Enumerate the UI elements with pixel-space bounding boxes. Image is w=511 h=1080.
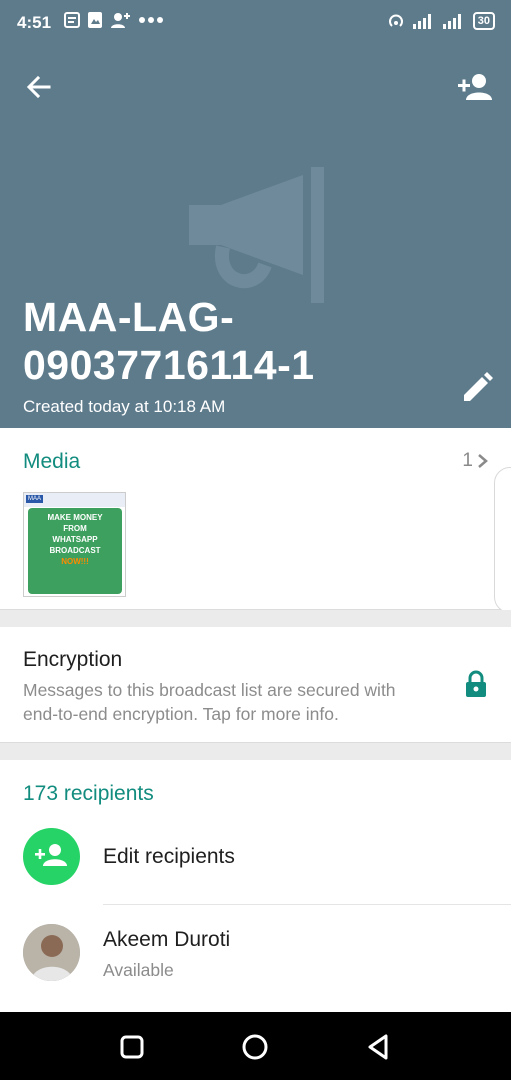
side-panel-handle[interactable] [494, 467, 511, 613]
thumbnail-poster: MAKE MONEY FROM WHATSAPP BROADCAST NOW!!… [28, 508, 122, 594]
media-label[interactable]: Media [23, 450, 80, 474]
status-bar: 4:51 30 [0, 0, 511, 45]
back-icon[interactable] [362, 1030, 396, 1064]
media-count[interactable]: 1 [462, 450, 489, 472]
encryption-description: Messages to this broadcast list are secu… [23, 680, 396, 724]
media-section: Media 1 MAA MAKE MONEY FROM WHATSAPP BRO… [0, 428, 511, 610]
status-icons-right: 30 [387, 12, 495, 30]
signal-icon [442, 14, 461, 29]
add-person-icon[interactable] [456, 70, 494, 104]
recipients-count: 173 recipients [23, 782, 154, 805]
recipient-row[interactable]: Akeem Duroti Available [0, 924, 511, 1000]
thumbnail-line: BROADCAST [49, 546, 101, 555]
lock-icon [466, 670, 486, 697]
edit-recipients-label: Edit recipients [103, 845, 235, 868]
signal-icon [412, 14, 431, 29]
megaphone-icon [189, 167, 324, 303]
section-gap [0, 610, 511, 627]
avatar-photo [23, 924, 80, 981]
status-icons-left [64, 12, 164, 28]
created-date: Created today at 10:18 AM [23, 397, 226, 416]
encryption-title: Encryption [23, 648, 123, 671]
thumbnail-line: MAKE MONEY [47, 513, 103, 522]
notes-icon [64, 12, 80, 28]
thumbnail-header-text: MAA [26, 495, 44, 503]
thumbnail-highlight: NOW!!! [61, 557, 89, 566]
contact-status: Available [103, 960, 174, 980]
more-dots-icon [139, 17, 163, 23]
status-time: 4:51 [17, 13, 52, 32]
thumbnail-header: MAA [24, 493, 125, 507]
battery-icon: 30 [472, 12, 495, 30]
thumbnail-line: FROM [63, 524, 87, 533]
hotspot-icon [388, 14, 403, 27]
edit-recipients-button[interactable]: Edit recipients [0, 828, 511, 904]
chevron-right-icon [478, 454, 488, 468]
recent-apps-icon[interactable] [115, 1030, 149, 1064]
thumbnail-text: MAKE MONEY FROM WHATSAPP BROADCAST NOW!!… [28, 512, 122, 567]
section-gap [0, 743, 511, 760]
recipients-section: 173 recipients Edit recipients Akeem Dur… [0, 760, 511, 1012]
add-person-icon [111, 13, 130, 28]
home-icon[interactable] [238, 1030, 272, 1064]
navigation-bar [0, 1012, 511, 1080]
encryption-row[interactable]: Encryption Messages to this broadcast li… [0, 627, 511, 743]
thumbnail-line: WHATSAPP [52, 535, 98, 544]
broadcast-title: MAA-LAG-09037716114-1 [23, 294, 315, 388]
divider [103, 904, 511, 905]
image-icon [88, 12, 102, 28]
back-arrow-icon[interactable] [22, 70, 56, 104]
media-count-value: 1 [462, 450, 473, 471]
avatar [23, 924, 80, 981]
contact-name: Akeem Duroti [103, 928, 231, 951]
add-person-icon [35, 844, 67, 866]
media-thumbnail[interactable]: MAA MAKE MONEY FROM WHATSAPP BROADCAST N… [23, 492, 126, 597]
edit-recipients-avatar [23, 828, 80, 885]
pencil-icon[interactable] [460, 371, 494, 405]
